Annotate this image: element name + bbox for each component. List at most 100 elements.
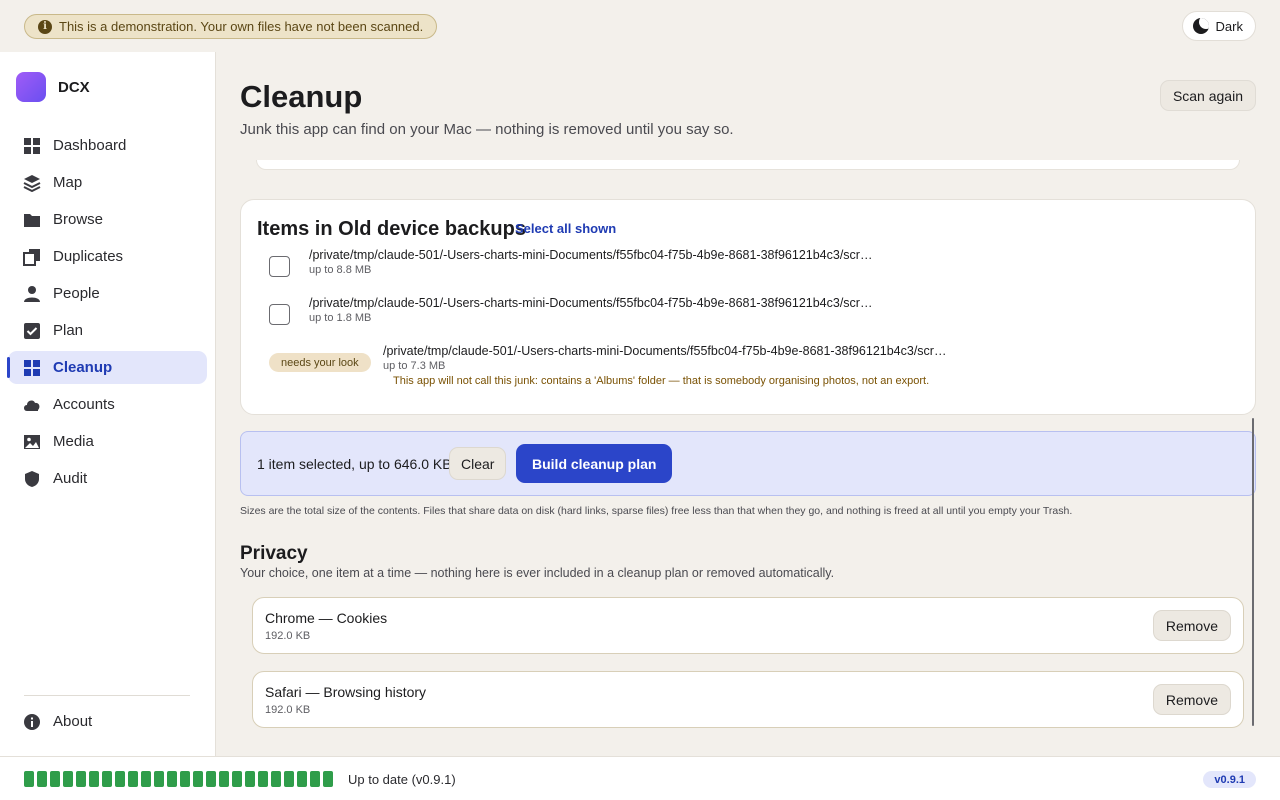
progress-segment bbox=[128, 771, 138, 787]
privacy-item-size: 192.0 KB bbox=[265, 630, 311, 642]
sidebar: DCX Dashboard Map Browse Duplicates Peop… bbox=[0, 52, 216, 756]
sidebar-item-duplicates[interactable]: Duplicates bbox=[8, 240, 207, 273]
size-explanation-note: Sizes are the total size of the contents… bbox=[240, 505, 1073, 517]
progress-segment bbox=[271, 771, 281, 787]
privacy-item-name: Safari — Browsing history bbox=[265, 684, 427, 700]
remove-button[interactable]: Remove bbox=[1152, 610, 1231, 641]
main-content: Cleanup Junk this app can find on your M… bbox=[216, 52, 1280, 756]
backup-item-path: /private/tmp/claude-501/-Users-charts-mi… bbox=[309, 296, 873, 310]
app-logo bbox=[16, 72, 46, 102]
backup-item: /private/tmp/claude-501/-Users-charts-mi… bbox=[269, 296, 1229, 336]
sidebar-item-label: People bbox=[53, 285, 100, 302]
backups-title: Items in Old device backups bbox=[257, 218, 526, 240]
sidebar-item-media[interactable]: Media bbox=[8, 425, 207, 458]
progress-segment bbox=[297, 771, 307, 787]
privacy-item-name: Chrome — Cookies bbox=[265, 610, 388, 626]
person-icon bbox=[23, 285, 41, 303]
app-name: DCX bbox=[58, 78, 90, 96]
demo-banner: i This is a demonstration. Your own file… bbox=[24, 14, 438, 39]
progress-segment bbox=[141, 771, 151, 787]
progress-segment bbox=[37, 771, 47, 787]
progress-segment bbox=[167, 771, 177, 787]
progress-segment bbox=[232, 771, 242, 787]
moon-icon bbox=[1192, 18, 1209, 34]
progress-segment bbox=[154, 771, 164, 787]
backup-item-size: up to 8.8 MB bbox=[309, 264, 372, 276]
image-icon bbox=[23, 433, 41, 451]
cloud-icon bbox=[23, 396, 41, 414]
sidebar-item-map[interactable]: Map bbox=[8, 166, 207, 199]
build-cleanup-plan-button[interactable]: Build cleanup plan bbox=[516, 444, 673, 483]
sidebar-item-label: Map bbox=[53, 174, 83, 191]
page-title: Cleanup bbox=[240, 79, 363, 114]
progress-segment bbox=[76, 771, 86, 787]
backup-item-checkbox[interactable] bbox=[269, 304, 290, 325]
privacy-title: Privacy bbox=[240, 543, 308, 564]
selection-bar: 1 item selected, up to 646.0 KB Clear Bu… bbox=[240, 431, 1256, 496]
backup-item-warning: This app will not call this junk: contai… bbox=[393, 375, 930, 387]
progress-segment bbox=[193, 771, 203, 787]
dashboard-icon bbox=[23, 137, 41, 155]
copy-icon bbox=[23, 248, 41, 266]
old-device-backups-card: Items in Old device backups Select all s… bbox=[240, 199, 1256, 415]
info-icon bbox=[23, 713, 41, 731]
needs-review-badge: needs your look bbox=[269, 353, 371, 372]
progress-segment bbox=[115, 771, 125, 787]
backup-item-checkbox[interactable] bbox=[269, 256, 290, 277]
progress-segment bbox=[310, 771, 320, 787]
status-footer: Up to date (v0.9.1) v0.9.1 bbox=[0, 756, 1280, 800]
sidebar-about: About bbox=[8, 705, 207, 742]
remove-button[interactable]: Remove bbox=[1152, 684, 1231, 715]
layers-icon bbox=[23, 174, 41, 192]
sidebar-item-label: Media bbox=[53, 433, 94, 450]
sidebar-item-dashboard[interactable]: Dashboard bbox=[8, 129, 207, 162]
sidebar-item-label: Duplicates bbox=[53, 248, 124, 265]
backup-item-size: up to 7.3 MB bbox=[383, 360, 446, 372]
backup-item-path: /private/tmp/claude-501/-Users-charts-mi… bbox=[309, 248, 873, 262]
sidebar-item-plan[interactable]: Plan bbox=[8, 314, 207, 347]
folder-icon bbox=[23, 211, 41, 229]
backup-item: /private/tmp/claude-501/-Users-charts-mi… bbox=[269, 248, 1229, 288]
sidebar-item-people[interactable]: People bbox=[8, 277, 207, 310]
select-all-link[interactable]: Select all shown bbox=[515, 221, 616, 236]
progress-segment bbox=[245, 771, 255, 787]
sidebar-item-label: Browse bbox=[53, 211, 104, 228]
progress-segment bbox=[206, 771, 216, 787]
privacy-item: Safari — Browsing history 192.0 KB Remov… bbox=[252, 671, 1244, 728]
progress-segment bbox=[102, 771, 112, 787]
brand: DCX bbox=[16, 72, 90, 102]
update-status: Up to date (v0.9.1) bbox=[348, 772, 456, 787]
progress-segment bbox=[24, 771, 34, 787]
clear-selection-button[interactable]: Clear bbox=[449, 447, 507, 480]
theme-toggle-label: Dark bbox=[1215, 18, 1243, 34]
version-badge: v0.9.1 bbox=[1203, 771, 1256, 788]
progress-segment bbox=[180, 771, 190, 787]
backup-item-path: /private/tmp/claude-501/-Users-charts-mi… bbox=[383, 344, 947, 358]
sidebar-item-cleanup[interactable]: Cleanup bbox=[7, 351, 207, 384]
sidebar-item-browse[interactable]: Browse bbox=[8, 203, 207, 236]
progress-segment bbox=[323, 771, 333, 787]
scan-again-button[interactable]: Scan again bbox=[1159, 80, 1256, 111]
top-bar: i This is a demonstration. Your own file… bbox=[0, 0, 1280, 52]
sidebar-item-label: Dashboard bbox=[53, 137, 127, 154]
progress-segment bbox=[284, 771, 294, 787]
sidebar-item-audit[interactable]: Audit bbox=[8, 462, 207, 495]
scrollbar[interactable] bbox=[1252, 418, 1254, 726]
sidebar-item-accounts[interactable]: Accounts bbox=[8, 388, 207, 421]
sidebar-item-label: About bbox=[53, 713, 93, 730]
privacy-item-size: 192.0 KB bbox=[265, 704, 311, 716]
previous-card-edge bbox=[256, 160, 1240, 170]
sidebar-item-label: Audit bbox=[53, 470, 88, 487]
update-progress-bar bbox=[24, 771, 333, 787]
progress-segment bbox=[50, 771, 60, 787]
sidebar-item-about[interactable]: About bbox=[8, 705, 207, 738]
demo-banner-text: This is a demonstration. Your own files … bbox=[59, 19, 424, 34]
backup-item-flagged: needs your look /private/tmp/claude-501/… bbox=[269, 344, 1229, 394]
sidebar-nav: Dashboard Map Browse Duplicates People P… bbox=[7, 129, 207, 499]
progress-segment bbox=[258, 771, 268, 787]
checkbox-icon bbox=[23, 322, 41, 340]
shield-icon bbox=[23, 470, 41, 488]
page-subtitle: Junk this app can find on your Mac — not… bbox=[240, 121, 734, 138]
privacy-description: Your choice, one item at a time — nothin… bbox=[240, 566, 835, 580]
theme-toggle-button[interactable]: Dark bbox=[1181, 11, 1256, 41]
